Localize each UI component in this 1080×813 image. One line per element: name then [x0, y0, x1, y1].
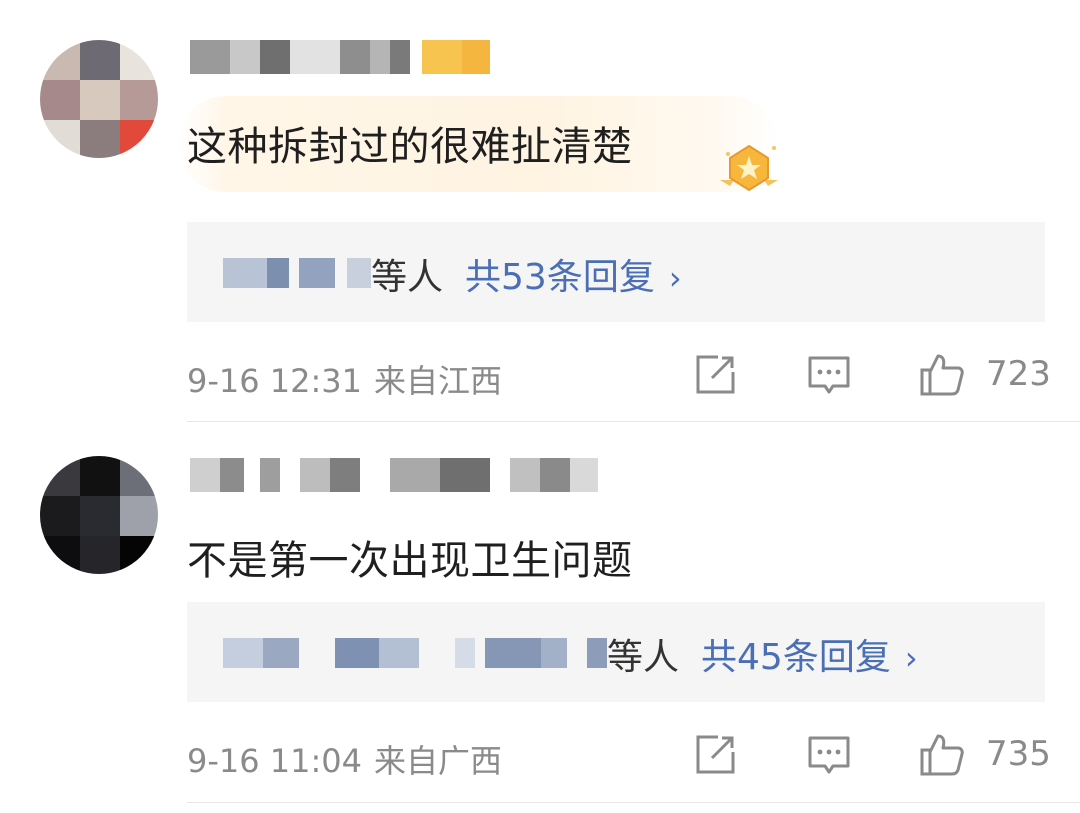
like-count: 723 — [986, 354, 1051, 394]
reply-summary[interactable]: 等人 共53条回复 › — [187, 222, 1045, 322]
reply-count-link[interactable]: 共53条回复 — [465, 257, 655, 298]
reply-users-label: 等人 — [607, 637, 680, 678]
share-icon[interactable] — [692, 732, 738, 778]
comment-location: 来自广西 — [374, 742, 503, 780]
divider — [187, 802, 1080, 803]
comment-location: 来自江西 — [374, 362, 503, 400]
username-blurred[interactable] — [190, 458, 610, 492]
comment-meta: 9-16 11:04 来自广西 — [187, 736, 502, 782]
reply-users-label: 等人 — [371, 257, 444, 298]
reply-count-link[interactable]: 共45条回复 — [701, 637, 891, 678]
comment-meta: 9-16 12:31 来自江西 — [187, 356, 502, 402]
like-icon[interactable] — [918, 350, 966, 398]
avatar[interactable] — [40, 456, 158, 574]
medal-badge-icon — [720, 144, 778, 192]
comment-time: 9-16 11:04 — [187, 742, 363, 780]
comment-time: 9-16 12:31 — [187, 362, 363, 400]
comment-text: 不是第一次出现卫生问题 — [187, 538, 633, 584]
username-blurred[interactable] — [190, 40, 490, 74]
comment-text: 这种拆封过的很难扯清楚 — [187, 124, 633, 170]
chevron-right-icon[interactable]: › — [905, 639, 918, 677]
chevron-right-icon[interactable]: › — [669, 259, 682, 297]
like-icon[interactable] — [918, 730, 966, 778]
reply-users-blurred — [223, 258, 371, 288]
like-count: 735 — [986, 734, 1051, 774]
reply-summary[interactable]: 等人 共45条回复 › — [187, 602, 1045, 702]
comment-item: 这种拆封过的很难扯清楚 等人 共53条回复 › 9-16 12:31 来自江西 723 — [0, 0, 1080, 422]
reply-users-blurred — [223, 638, 607, 668]
share-icon[interactable] — [692, 352, 738, 398]
avatar[interactable] — [40, 40, 158, 158]
comment-icon[interactable] — [806, 732, 852, 778]
comment-icon[interactable] — [806, 352, 852, 398]
comment-item: 不是第一次出现卫生问题 等人 共45条回复 › 9-16 11:04 来自广西 735 — [0, 422, 1080, 813]
